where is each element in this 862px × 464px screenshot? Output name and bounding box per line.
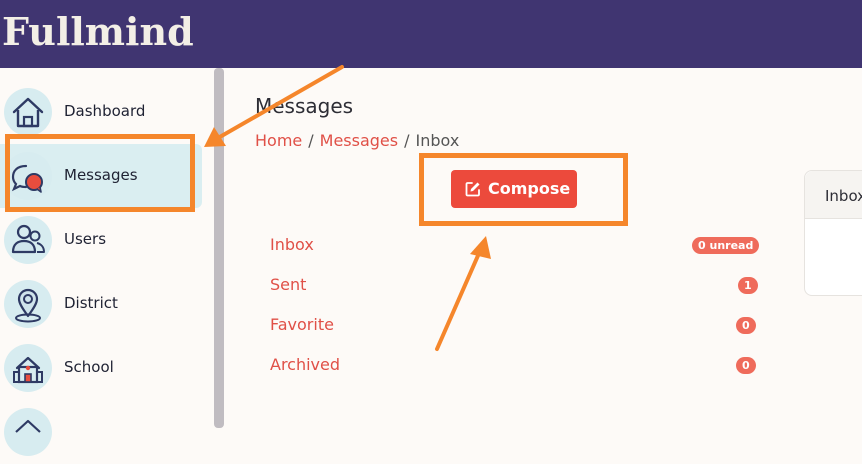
breadcrumb-home-link[interactable]: Home: [255, 131, 302, 150]
sidebar-item-partial[interactable]: [0, 400, 202, 464]
sidebar-item-label: Users: [64, 230, 107, 248]
breadcrumb-separator: /: [308, 131, 314, 150]
annotation-highlight-box: [5, 134, 195, 212]
map-pin-icon: [4, 280, 52, 328]
top-bar: Fullmind: [0, 0, 862, 68]
school-building-icon: [4, 344, 52, 392]
breadcrumb: Home / Messages / Inbox: [255, 131, 459, 150]
folder-label: Favorite: [270, 315, 334, 334]
breadcrumb-current: Inbox: [415, 131, 460, 150]
sidebar-item-district[interactable]: District: [0, 272, 202, 336]
folder-item-favorite[interactable]: Favorite 0: [270, 315, 760, 341]
house-icon: [4, 88, 52, 136]
sidebar-scrollbar[interactable]: [214, 68, 224, 428]
inbox-panel-header: Inbox: [805, 171, 862, 219]
unread-count-badge: 0 unread: [692, 237, 760, 254]
folder-label: Archived: [270, 355, 341, 374]
sidebar-item-label: School: [64, 358, 114, 376]
sidebar: Dashboard Messages Users District School: [0, 68, 215, 456]
annotation-highlight-box: [419, 153, 628, 226]
breadcrumb-messages-link[interactable]: Messages: [320, 131, 398, 150]
page-title: Messages: [255, 94, 354, 118]
brand-logo[interactable]: Fullmind: [2, 9, 194, 54]
folder-label: Sent: [270, 275, 307, 294]
sidebar-item-label: District: [64, 294, 118, 312]
count-badge: 0: [736, 317, 756, 334]
count-badge: 0: [736, 357, 756, 374]
sidebar-item-label: Dashboard: [64, 102, 146, 120]
sidebar-item-users[interactable]: Users: [0, 208, 202, 272]
breadcrumb-separator: /: [404, 131, 410, 150]
sidebar-item-school[interactable]: School: [0, 336, 202, 400]
count-badge: 1: [738, 277, 758, 294]
partial-nav-icon: [4, 408, 52, 456]
folder-item-inbox[interactable]: Inbox 0 unread: [270, 235, 760, 261]
users-icon: [4, 216, 52, 264]
folder-item-sent[interactable]: Sent 1: [270, 275, 760, 301]
folder-label: Inbox: [270, 235, 314, 254]
inbox-panel: Inbox: [804, 170, 862, 296]
inbox-panel-title: Inbox: [825, 187, 862, 205]
folder-item-archived[interactable]: Archived 0: [270, 355, 760, 381]
